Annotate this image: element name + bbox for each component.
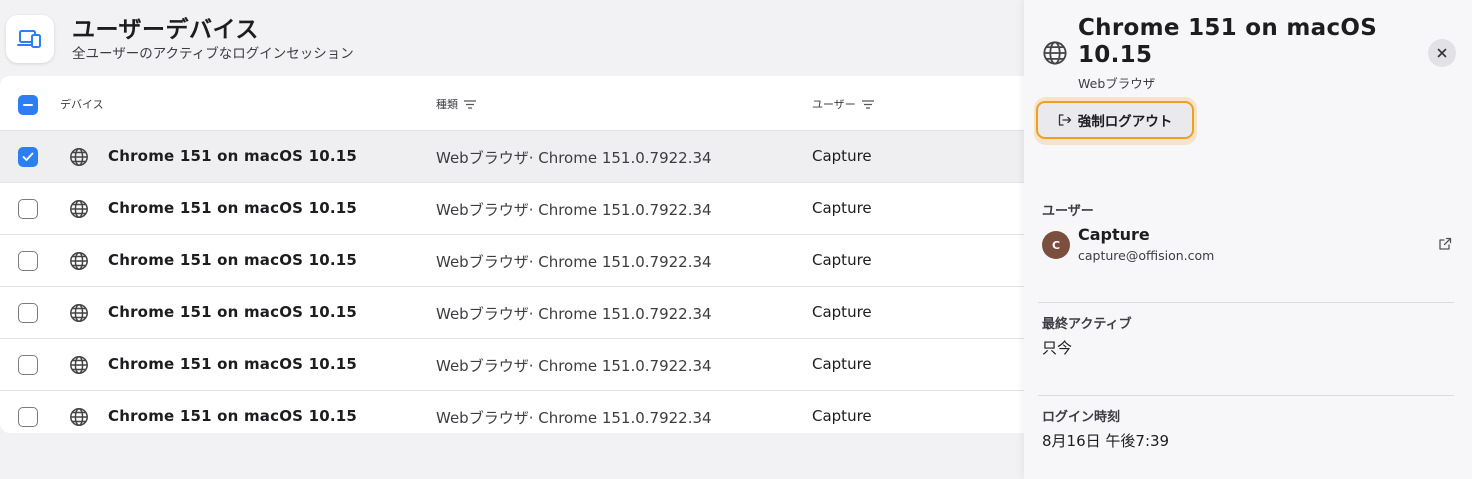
device-type: Webブラウザ· Chrome 151.0.7922.34	[436, 149, 712, 167]
globe-icon	[70, 252, 88, 270]
device-name: Chrome 151 on macOS 10.15	[108, 251, 358, 269]
device-type: Webブラウザ· Chrome 151.0.7922.34	[436, 253, 712, 271]
page-title: ユーザーデバイス	[72, 17, 259, 43]
login-time-value: 8月16日 午後7:39	[1042, 432, 1170, 450]
divider	[1038, 395, 1454, 396]
user-name: Capture	[1078, 225, 1150, 244]
device-user: Capture	[812, 251, 872, 269]
device-user: Capture	[812, 355, 872, 373]
login-time-label: ログイン時刻	[1042, 410, 1121, 425]
user-section-label: ユーザー	[1042, 204, 1094, 219]
last-active-value: 只今	[1042, 339, 1073, 357]
globe-icon	[70, 304, 88, 322]
device-type: Webブラウザ· Chrome 151.0.7922.34	[436, 409, 712, 427]
page-subtitle: 全ユーザーのアクティブなログインセッション	[72, 46, 354, 62]
device-name: Chrome 151 on macOS 10.15	[108, 407, 358, 425]
device-user: Capture	[812, 407, 872, 425]
column-header-device[interactable]: デバイス	[60, 96, 104, 112]
panel-device-type: Webブラウザ	[1078, 76, 1156, 91]
table-row[interactable]: Chrome 151 on macOS 10.15 Webブラウザ· Chrom…	[0, 339, 1024, 391]
globe-icon	[70, 148, 88, 166]
device-user: Capture	[812, 199, 872, 217]
filter-icon[interactable]	[464, 99, 476, 109]
close-button[interactable]	[1428, 39, 1456, 67]
globe-icon	[70, 200, 88, 218]
device-type: Webブラウザ· Chrome 151.0.7922.34	[436, 305, 712, 323]
devices-table: デバイス 種類 ユーザー Chrome 151 on macOS 10.15 W…	[0, 76, 1024, 433]
force-logout-label: 強制ログアウト	[1077, 114, 1173, 130]
table-row[interactable]: Chrome 151 on macOS 10.15 Webブラウザ· Chrom…	[0, 391, 1024, 433]
divider	[1038, 302, 1454, 303]
row-checkbox[interactable]	[18, 147, 38, 167]
globe-icon	[70, 356, 88, 374]
row-checkbox[interactable]	[18, 355, 38, 375]
filter-icon[interactable]	[861, 99, 874, 109]
row-checkbox[interactable]	[18, 407, 38, 427]
column-header-type[interactable]: 種類	[436, 96, 476, 112]
user-email: capture@offision.com	[1078, 248, 1215, 263]
panel-title: Chrome 151 on macOS 10.15	[1078, 15, 1378, 68]
device-user: Capture	[812, 303, 872, 321]
devices-icon	[6, 15, 54, 63]
logout-icon	[1058, 114, 1071, 126]
device-type: Webブラウザ· Chrome 151.0.7922.34	[436, 357, 712, 375]
globe-icon	[1043, 41, 1067, 65]
last-active-label: 最終アクティブ	[1042, 317, 1132, 332]
close-icon	[1437, 48, 1447, 58]
external-link-icon[interactable]	[1437, 236, 1453, 252]
table-row[interactable]: Chrome 151 on macOS 10.15 Webブラウザ· Chrom…	[0, 183, 1024, 235]
table-row[interactable]: Chrome 151 on macOS 10.15 Webブラウザ· Chrom…	[0, 235, 1024, 287]
device-detail-panel: Chrome 151 on macOS 10.15 Webブラウザ 強制ログアウ…	[1024, 0, 1472, 479]
row-checkbox[interactable]	[18, 251, 38, 271]
device-name: Chrome 151 on macOS 10.15	[108, 303, 358, 321]
table-header: デバイス 種類 ユーザー	[0, 76, 1024, 131]
column-header-user[interactable]: ユーザー	[812, 96, 874, 112]
avatar: C	[1042, 231, 1070, 259]
globe-icon	[70, 408, 88, 426]
device-name: Chrome 151 on macOS 10.15	[108, 355, 358, 373]
table-row[interactable]: Chrome 151 on macOS 10.15 Webブラウザ· Chrom…	[0, 131, 1024, 183]
device-name: Chrome 151 on macOS 10.15	[108, 199, 358, 217]
force-logout-button[interactable]: 強制ログアウト	[1036, 101, 1194, 139]
device-name: Chrome 151 on macOS 10.15	[108, 147, 358, 165]
device-user: Capture	[812, 147, 872, 165]
select-all-checkbox[interactable]	[18, 95, 38, 115]
row-checkbox[interactable]	[18, 199, 38, 219]
table-row[interactable]: Chrome 151 on macOS 10.15 Webブラウザ· Chrom…	[0, 287, 1024, 339]
row-checkbox[interactable]	[18, 303, 38, 323]
device-type: Webブラウザ· Chrome 151.0.7922.34	[436, 201, 712, 219]
